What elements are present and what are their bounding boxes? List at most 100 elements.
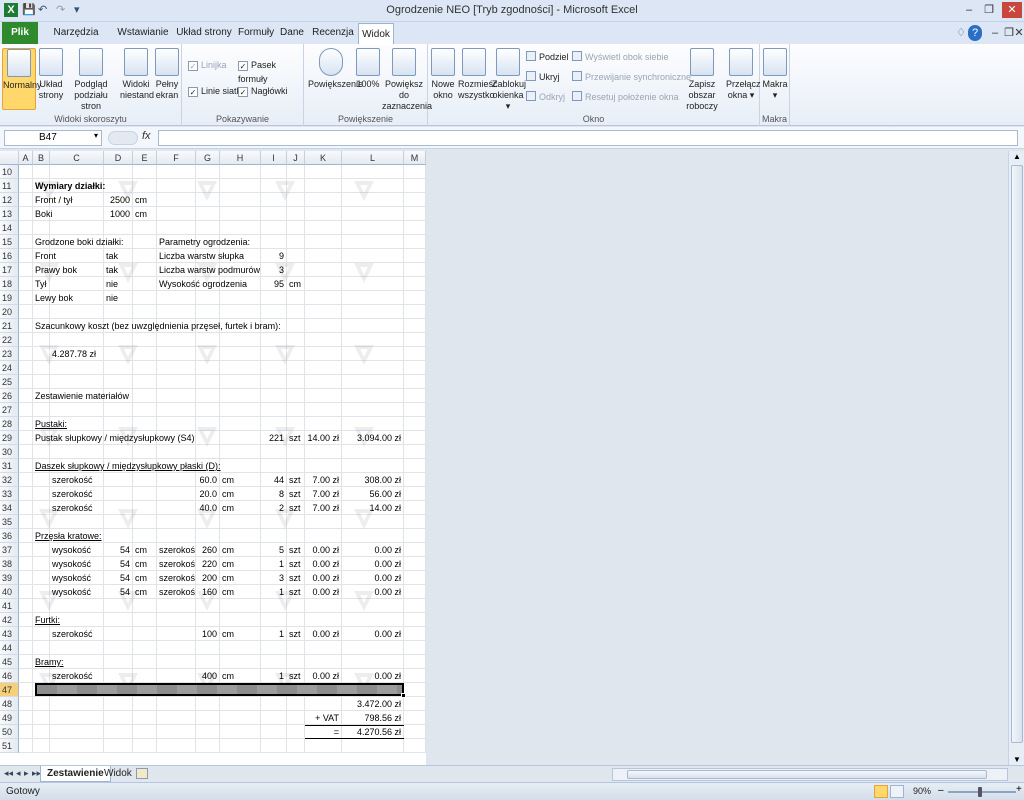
cell-i37[interactable]: 5 — [261, 543, 284, 557]
scroll-down-icon[interactable]: ▼ — [1013, 755, 1021, 764]
cell-l29[interactable]: 3.094.00 zł — [342, 431, 401, 445]
row-header-36[interactable]: 36 — [0, 529, 19, 543]
tab-home[interactable]: Narzędzia główne — [42, 22, 110, 60]
cell-j43[interactable]: szt — [289, 627, 301, 641]
cell-e37[interactable]: cm — [135, 543, 147, 557]
cell-e38[interactable]: cm — [135, 557, 147, 571]
cell-c46[interactable]: szerokość — [52, 669, 93, 683]
sheet-tab-widok[interactable]: Widok — [98, 766, 138, 782]
cell-f40[interactable]: szerokość — [159, 585, 195, 599]
cell-k33[interactable]: 7.00 zł — [305, 487, 339, 501]
row-header-32[interactable]: 32 — [0, 473, 19, 487]
reset-position-button[interactable]: Resetuj położenie okna — [572, 90, 679, 104]
horizontal-scroll-thumb[interactable] — [627, 770, 987, 779]
row-header-12[interactable]: 12 — [0, 193, 19, 207]
zoom-to-selection-button[interactable]: Powiększ do zaznaczenia — [382, 48, 432, 112]
row-header-44[interactable]: 44 — [0, 641, 19, 655]
cell-c33[interactable]: szerokość — [52, 487, 93, 501]
normal-view-button[interactable]: Normalny — [2, 48, 42, 110]
cell-j46[interactable]: szt — [289, 669, 301, 683]
horizontal-scrollbar[interactable] — [612, 768, 1008, 781]
cell-d17[interactable]: tak — [106, 263, 118, 277]
cell-c40[interactable]: wysokość — [52, 585, 91, 599]
cell-k46[interactable]: 0.00 zł — [305, 669, 339, 683]
row-header-41[interactable]: 41 — [0, 599, 19, 613]
name-box[interactable]: B47 — [4, 130, 102, 146]
save-workspace-button[interactable]: Zapisz obszar roboczy — [680, 48, 724, 112]
cell-j34[interactable]: szt — [289, 501, 301, 515]
formula-input[interactable] — [158, 130, 1018, 146]
cell-e39[interactable]: cm — [135, 571, 147, 585]
cell-d13[interactable]: 1000 — [104, 207, 130, 221]
row-header-38[interactable]: 38 — [0, 557, 19, 571]
column-header-c[interactable]: C — [50, 151, 104, 165]
cell-h43[interactable]: cm — [222, 627, 234, 641]
cell-b31[interactable]: Daszek słupkowy / międzysłupkowy płaski … — [35, 459, 221, 473]
normal-view-status-icon[interactable] — [874, 785, 888, 798]
cell-b17[interactable]: Prawy bok — [35, 263, 77, 277]
cell-i18[interactable]: 95 — [261, 277, 284, 291]
restore-button[interactable]: ❐ — [980, 2, 998, 18]
tab-review[interactable]: Recenzja — [312, 22, 354, 44]
cell-e13[interactable]: cm — [135, 207, 147, 221]
row-header-29[interactable]: 29 — [0, 431, 19, 445]
column-header-j[interactable]: J — [287, 151, 305, 165]
side-by-side-button[interactable]: Wyświetl obok siebie — [572, 50, 668, 64]
unhide-button[interactable]: Odkryj — [526, 90, 565, 104]
cell-b19[interactable]: Lewy bok — [35, 291, 73, 305]
cell-j32[interactable]: szt — [289, 473, 301, 487]
cell-i32[interactable]: 44 — [261, 473, 284, 487]
gridlines-checkbox[interactable]: ✓ Linie siatki — [188, 84, 243, 98]
cell-g37[interactable]: 260 — [196, 543, 217, 557]
cell-l34[interactable]: 14.00 zł — [342, 501, 401, 515]
page-layout-status-icon[interactable] — [890, 785, 904, 798]
column-header-k[interactable]: K — [305, 151, 342, 165]
row-header-16[interactable]: 16 — [0, 249, 19, 263]
cell-e12[interactable]: cm — [135, 193, 147, 207]
first-sheet-icon[interactable]: ◂◂ — [4, 768, 13, 779]
cell-b18[interactable]: Tył — [35, 277, 47, 291]
tab-formulas[interactable]: Formuły — [238, 22, 274, 44]
tab-insert[interactable]: Wstawianie — [116, 22, 170, 44]
cell-l40[interactable]: 0.00 zł — [342, 585, 401, 599]
cell-g40[interactable]: 160 — [196, 585, 217, 599]
row-header-25[interactable]: 25 — [0, 375, 19, 389]
zoom-out-icon[interactable]: – — [938, 785, 944, 796]
help-icon[interactable]: ? — [968, 25, 982, 41]
cell-k40[interactable]: 0.00 zł — [305, 585, 339, 599]
cell-k43[interactable]: 0.00 zł — [305, 627, 339, 641]
sync-scroll-button[interactable]: Przewijanie synchroniczne — [572, 70, 691, 84]
zoom-in-icon[interactable]: + — [1016, 784, 1022, 795]
tab-view[interactable]: Widok — [358, 23, 394, 44]
cell-i39[interactable]: 3 — [261, 571, 284, 585]
row-header-14[interactable]: 14 — [0, 221, 19, 235]
cell-g46[interactable]: 400 — [196, 669, 217, 683]
row-header-17[interactable]: 17 — [0, 263, 19, 277]
zoom-button[interactable]: Powiększenie — [308, 48, 363, 90]
minimize-button[interactable]: – — [960, 2, 978, 18]
cell-j37[interactable]: szt — [289, 543, 301, 557]
row-header-22[interactable]: 22 — [0, 333, 19, 347]
row-header-20[interactable]: 20 — [0, 305, 19, 319]
cell-g39[interactable]: 200 — [196, 571, 217, 585]
column-header-b[interactable]: B — [33, 151, 50, 165]
cell-f37[interactable]: szerokość — [159, 543, 195, 557]
row-header-46[interactable]: 46 — [0, 669, 19, 683]
cell-g32[interactable]: 60.0 — [196, 473, 217, 487]
row-header-33[interactable]: 33 — [0, 487, 19, 501]
cell-j33[interactable]: szt — [289, 487, 301, 501]
row-header-23[interactable]: 23 — [0, 347, 19, 361]
cell-l39[interactable]: 0.00 zł — [342, 571, 401, 585]
cell-b42[interactable]: Furtki: — [35, 613, 60, 627]
fill-handle[interactable] — [401, 693, 406, 698]
row-header-10[interactable]: 10 — [0, 165, 19, 179]
cell-b29[interactable]: Pustak słupkowy / międzysłupkowy (S4) — [35, 431, 195, 445]
row-header-49[interactable]: 49 — [0, 711, 19, 725]
cell-h38[interactable]: cm — [222, 557, 234, 571]
cell-l49[interactable]: 798.56 zł — [342, 711, 401, 725]
split-button[interactable]: Podziel — [526, 50, 569, 64]
cell-b12[interactable]: Front / tył — [35, 193, 73, 207]
scroll-up-icon[interactable]: ▲ — [1013, 152, 1021, 161]
name-box-dropdown-icon[interactable]: ▾ — [94, 131, 98, 140]
vertical-scroll-thumb[interactable] — [1011, 165, 1023, 743]
